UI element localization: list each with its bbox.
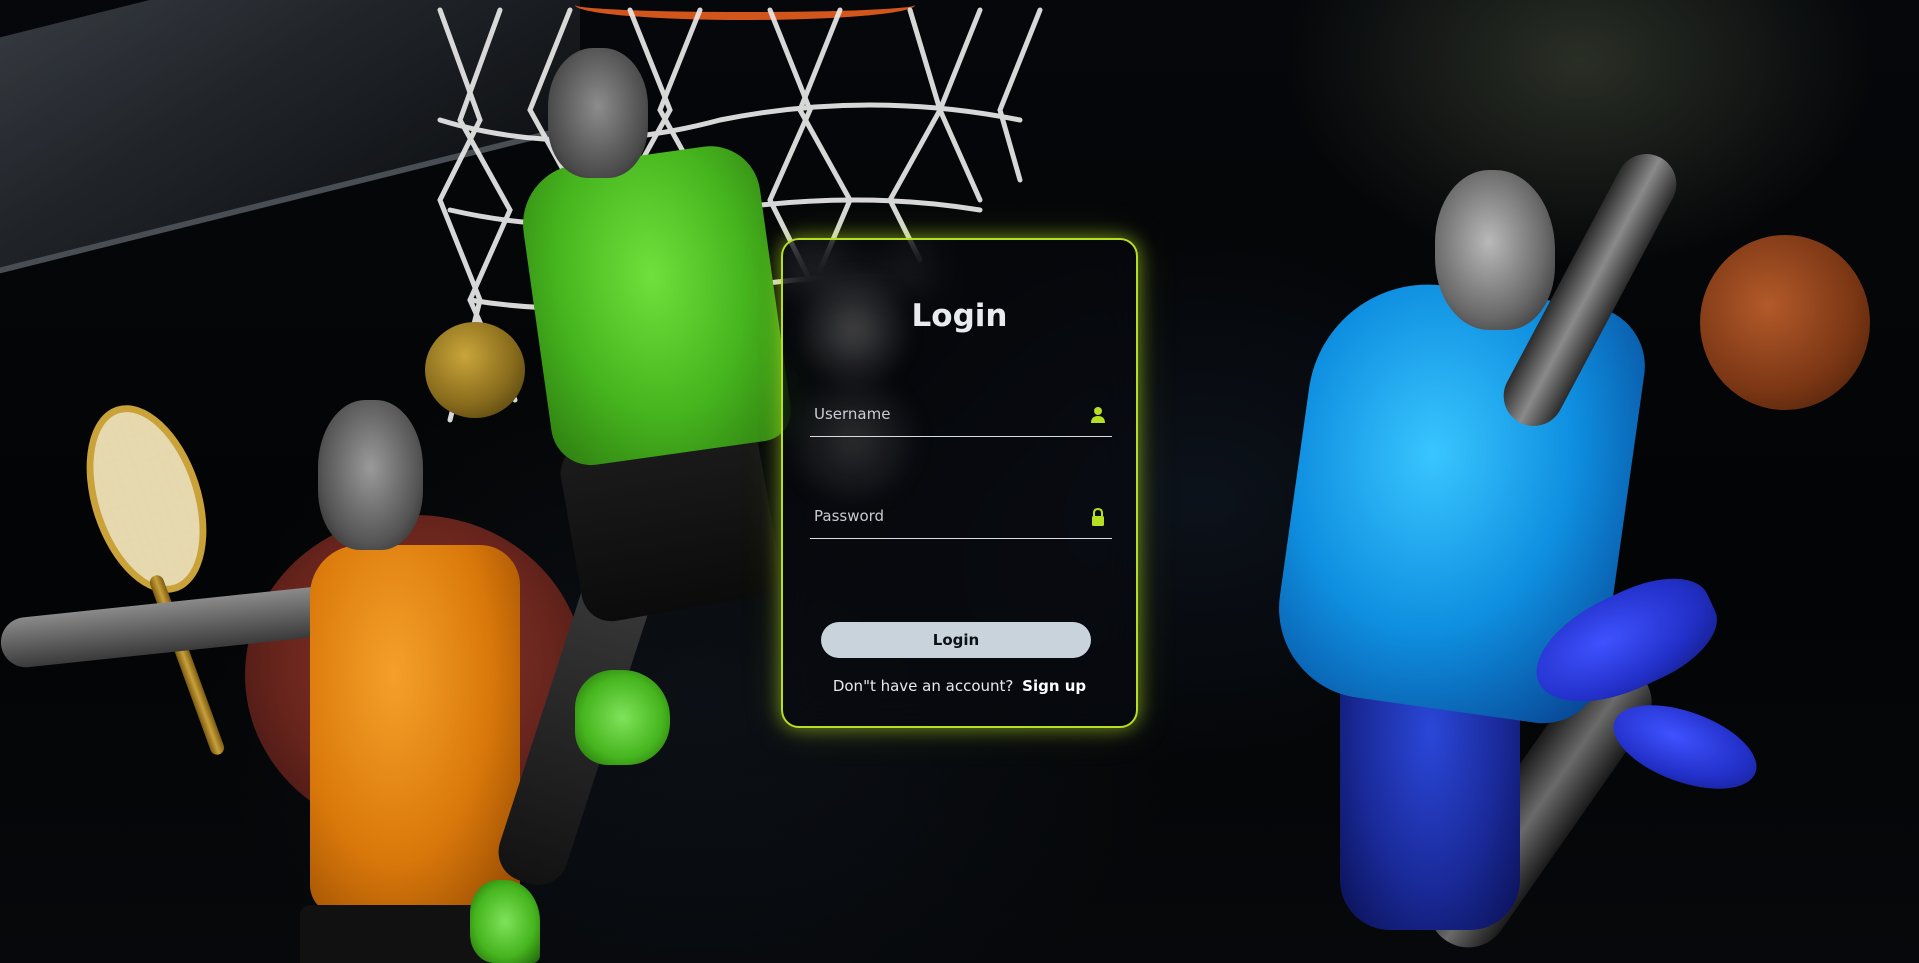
password-field [810,496,1112,539]
password-input[interactable] [810,496,1070,536]
soccer-player-shoe [470,880,540,963]
tennis-player-shorts [300,905,490,963]
signup-link[interactable]: Sign up [1022,677,1086,695]
lock-icon [1090,507,1106,526]
login-button[interactable]: Login [821,622,1091,658]
user-icon [1090,406,1106,424]
login-card: Login Login Don"t have an account? [781,238,1138,728]
soccer-player-shoe [575,670,670,765]
tennis-racket [64,389,229,609]
soccer-player-head [548,48,648,178]
username-input[interactable] [810,394,1070,434]
signup-prompt-text: Don"t have an account? [832,677,1014,695]
soccer-player-shirt [515,139,795,471]
basketball-right [1700,235,1870,410]
login-page: Login Login Don"t have an account? [0,0,1919,963]
signup-prompt-line: Don"t have an account? Sign up [783,677,1136,695]
tennis-player-head [318,400,423,550]
login-title: Login [911,298,1008,334]
basketball-player-head [1435,170,1555,330]
card-blur-backdrop [783,240,943,510]
tennis-ball [425,322,525,418]
username-field [810,394,1112,437]
tennis-player-shirt [310,545,520,915]
